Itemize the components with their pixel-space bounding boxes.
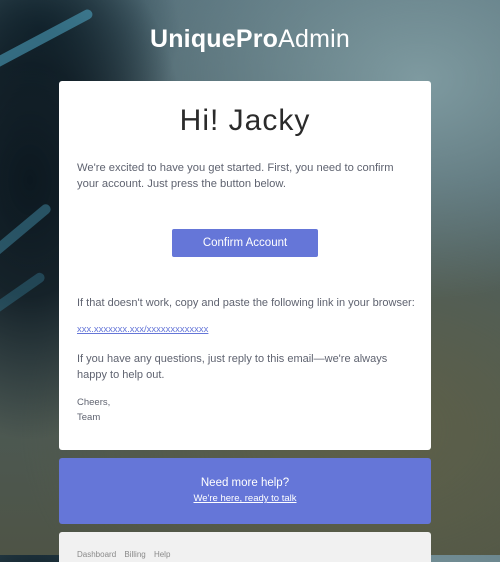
- intro-text: We're excited to have you get started. F…: [77, 162, 394, 190]
- help-contact-link[interactable]: We're here, ready to talk: [59, 492, 431, 506]
- help-title: Need more help?: [200, 477, 290, 489]
- footer: Dashboard Billing Help: [59, 532, 431, 562]
- greeting-heading: Hi! Jacky: [179, 104, 311, 137]
- email-card: Hi! Jacky We're excited to have you get …: [59, 81, 431, 450]
- confirm-account-button[interactable]: Confirm Account: [172, 229, 318, 257]
- background-photo-detail: [0, 270, 47, 320]
- confirm-link[interactable]: xxx.xxxxxxx.xxx/xxxxxxxxxxxxx: [77, 323, 208, 337]
- signoff-line: Cheers,: [77, 397, 111, 408]
- brand-logo: UniqueProAdmin: [0, 24, 500, 54]
- signature: Team: [77, 412, 101, 423]
- questions-text: If you have any questions, just reply to…: [77, 353, 388, 381]
- background-photo-detail: [0, 202, 53, 268]
- brand-name-light: Admin: [278, 25, 351, 53]
- help-banner: Need more help? We're here, ready to tal…: [59, 458, 431, 524]
- brand-name-bold: UniquePro: [149, 25, 279, 53]
- signoff: Cheers, Team: [77, 395, 110, 425]
- fallback-text: If that doesn't work, copy and paste the…: [77, 297, 415, 309]
- footer-links: Dashboard Billing Help: [77, 550, 176, 560]
